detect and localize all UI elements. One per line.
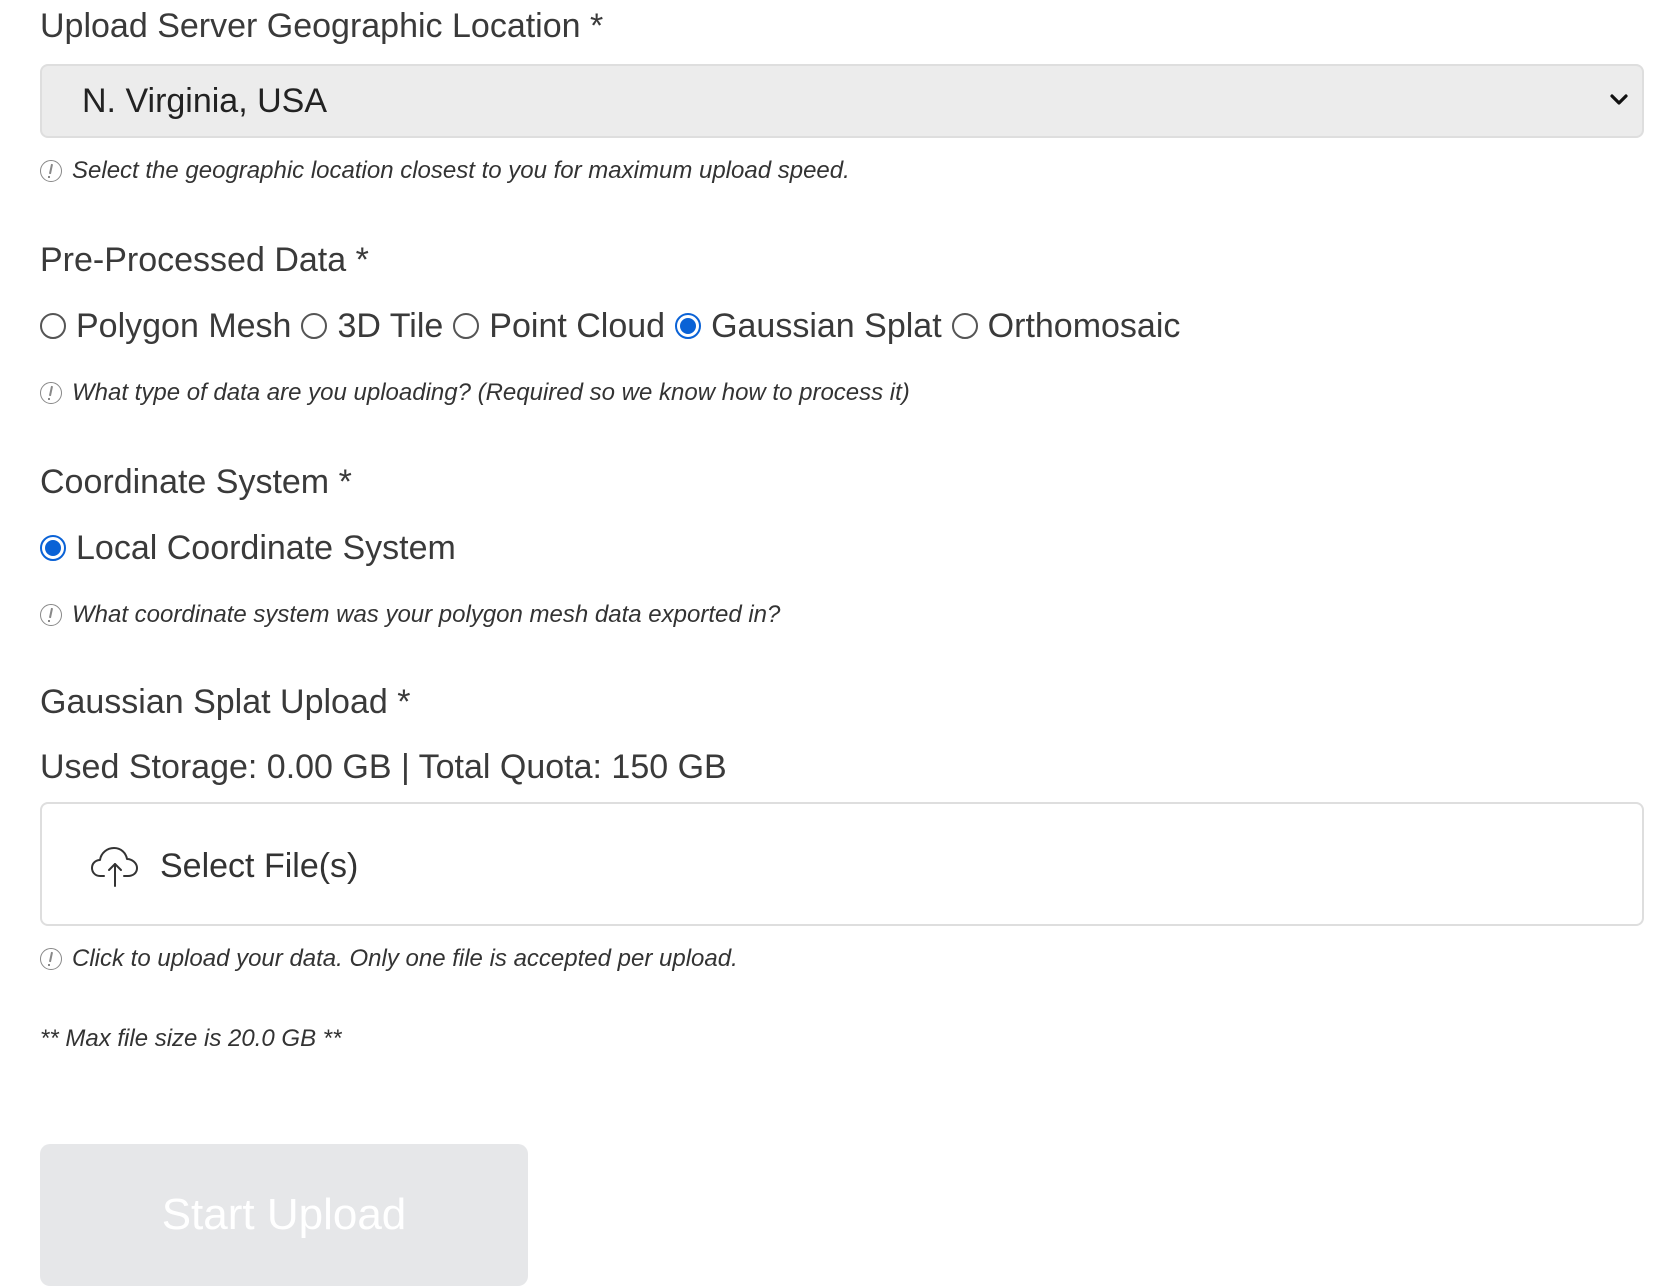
radio-option-point-cloud[interactable]: Point Cloud [453, 306, 665, 346]
file-select-dropzone[interactable]: Select File(s) [40, 802, 1644, 926]
radio-local-coordinate-system[interactable] [40, 535, 66, 561]
radio-3d-tile[interactable] [301, 313, 328, 339]
upload-label: Gaussian Splat Upload * [40, 683, 411, 721]
radio-label: Polygon Mesh [76, 307, 292, 345]
upload-hint: Click to upload your data. Only one file… [40, 944, 738, 974]
radio-point-cloud[interactable] [453, 313, 480, 339]
coordinate-system-hint-text: What coordinate system was your polygon … [72, 601, 781, 628]
location-label: Upload Server Geographic Location * [40, 7, 604, 45]
location-hint: Select the geographic location closest t… [40, 156, 850, 186]
location-select[interactable]: N. Virginia, USA [40, 64, 1644, 138]
radio-option-polygon-mesh[interactable]: Polygon Mesh [40, 306, 291, 346]
radio-label: Point Cloud [489, 307, 666, 345]
cloud-upload-icon [91, 847, 138, 887]
radio-orthomosaic[interactable] [951, 313, 978, 339]
radio-option-gaussian-splat[interactable]: Gaussian Splat [675, 306, 942, 346]
coordinate-system-radio-group: Local Coordinate System [40, 528, 466, 568]
chevron-down-icon [1610, 94, 1628, 105]
max-file-size-note: ** Max file size is 20.0 GB ** [40, 1025, 342, 1052]
radio-option-local-coordinate-system[interactable]: Local Coordinate System [40, 528, 456, 568]
radio-label: 3D Tile [337, 307, 444, 345]
coordinate-system-label: Coordinate System * [40, 463, 352, 501]
location-hint-text: Select the geographic location closest t… [72, 157, 850, 184]
data-type-label: Pre-Processed Data * [40, 241, 369, 279]
radio-gaussian-splat[interactable] [675, 313, 702, 339]
data-type-radio-group: Polygon Mesh 3D Tile Point Cloud Gaussia… [40, 306, 1190, 346]
upload-hint-text: Click to upload your data. Only one file… [72, 945, 738, 972]
start-upload-button[interactable]: Start Upload [40, 1144, 528, 1286]
radio-label: Gaussian Splat [711, 307, 942, 345]
select-files-label: Select File(s) [160, 847, 359, 885]
info-icon [40, 948, 62, 970]
data-type-hint: What type of data are you uploading? (Re… [40, 378, 910, 408]
radio-label: Orthomosaic [987, 307, 1181, 345]
radio-option-3d-tile[interactable]: 3D Tile [301, 306, 443, 346]
data-type-hint-text: What type of data are you uploading? (Re… [72, 379, 910, 406]
info-icon [40, 382, 62, 404]
radio-option-orthomosaic[interactable]: Orthomosaic [951, 306, 1181, 346]
coordinate-system-hint: What coordinate system was your polygon … [40, 600, 780, 630]
location-selected-value: N. Virginia, USA [82, 82, 328, 120]
info-icon [40, 604, 62, 626]
radio-polygon-mesh[interactable] [40, 313, 66, 339]
info-icon [40, 160, 62, 182]
storage-usage: Used Storage: 0.00 GB | Total Quota: 150… [40, 748, 727, 786]
radio-label: Local Coordinate System [76, 529, 456, 567]
